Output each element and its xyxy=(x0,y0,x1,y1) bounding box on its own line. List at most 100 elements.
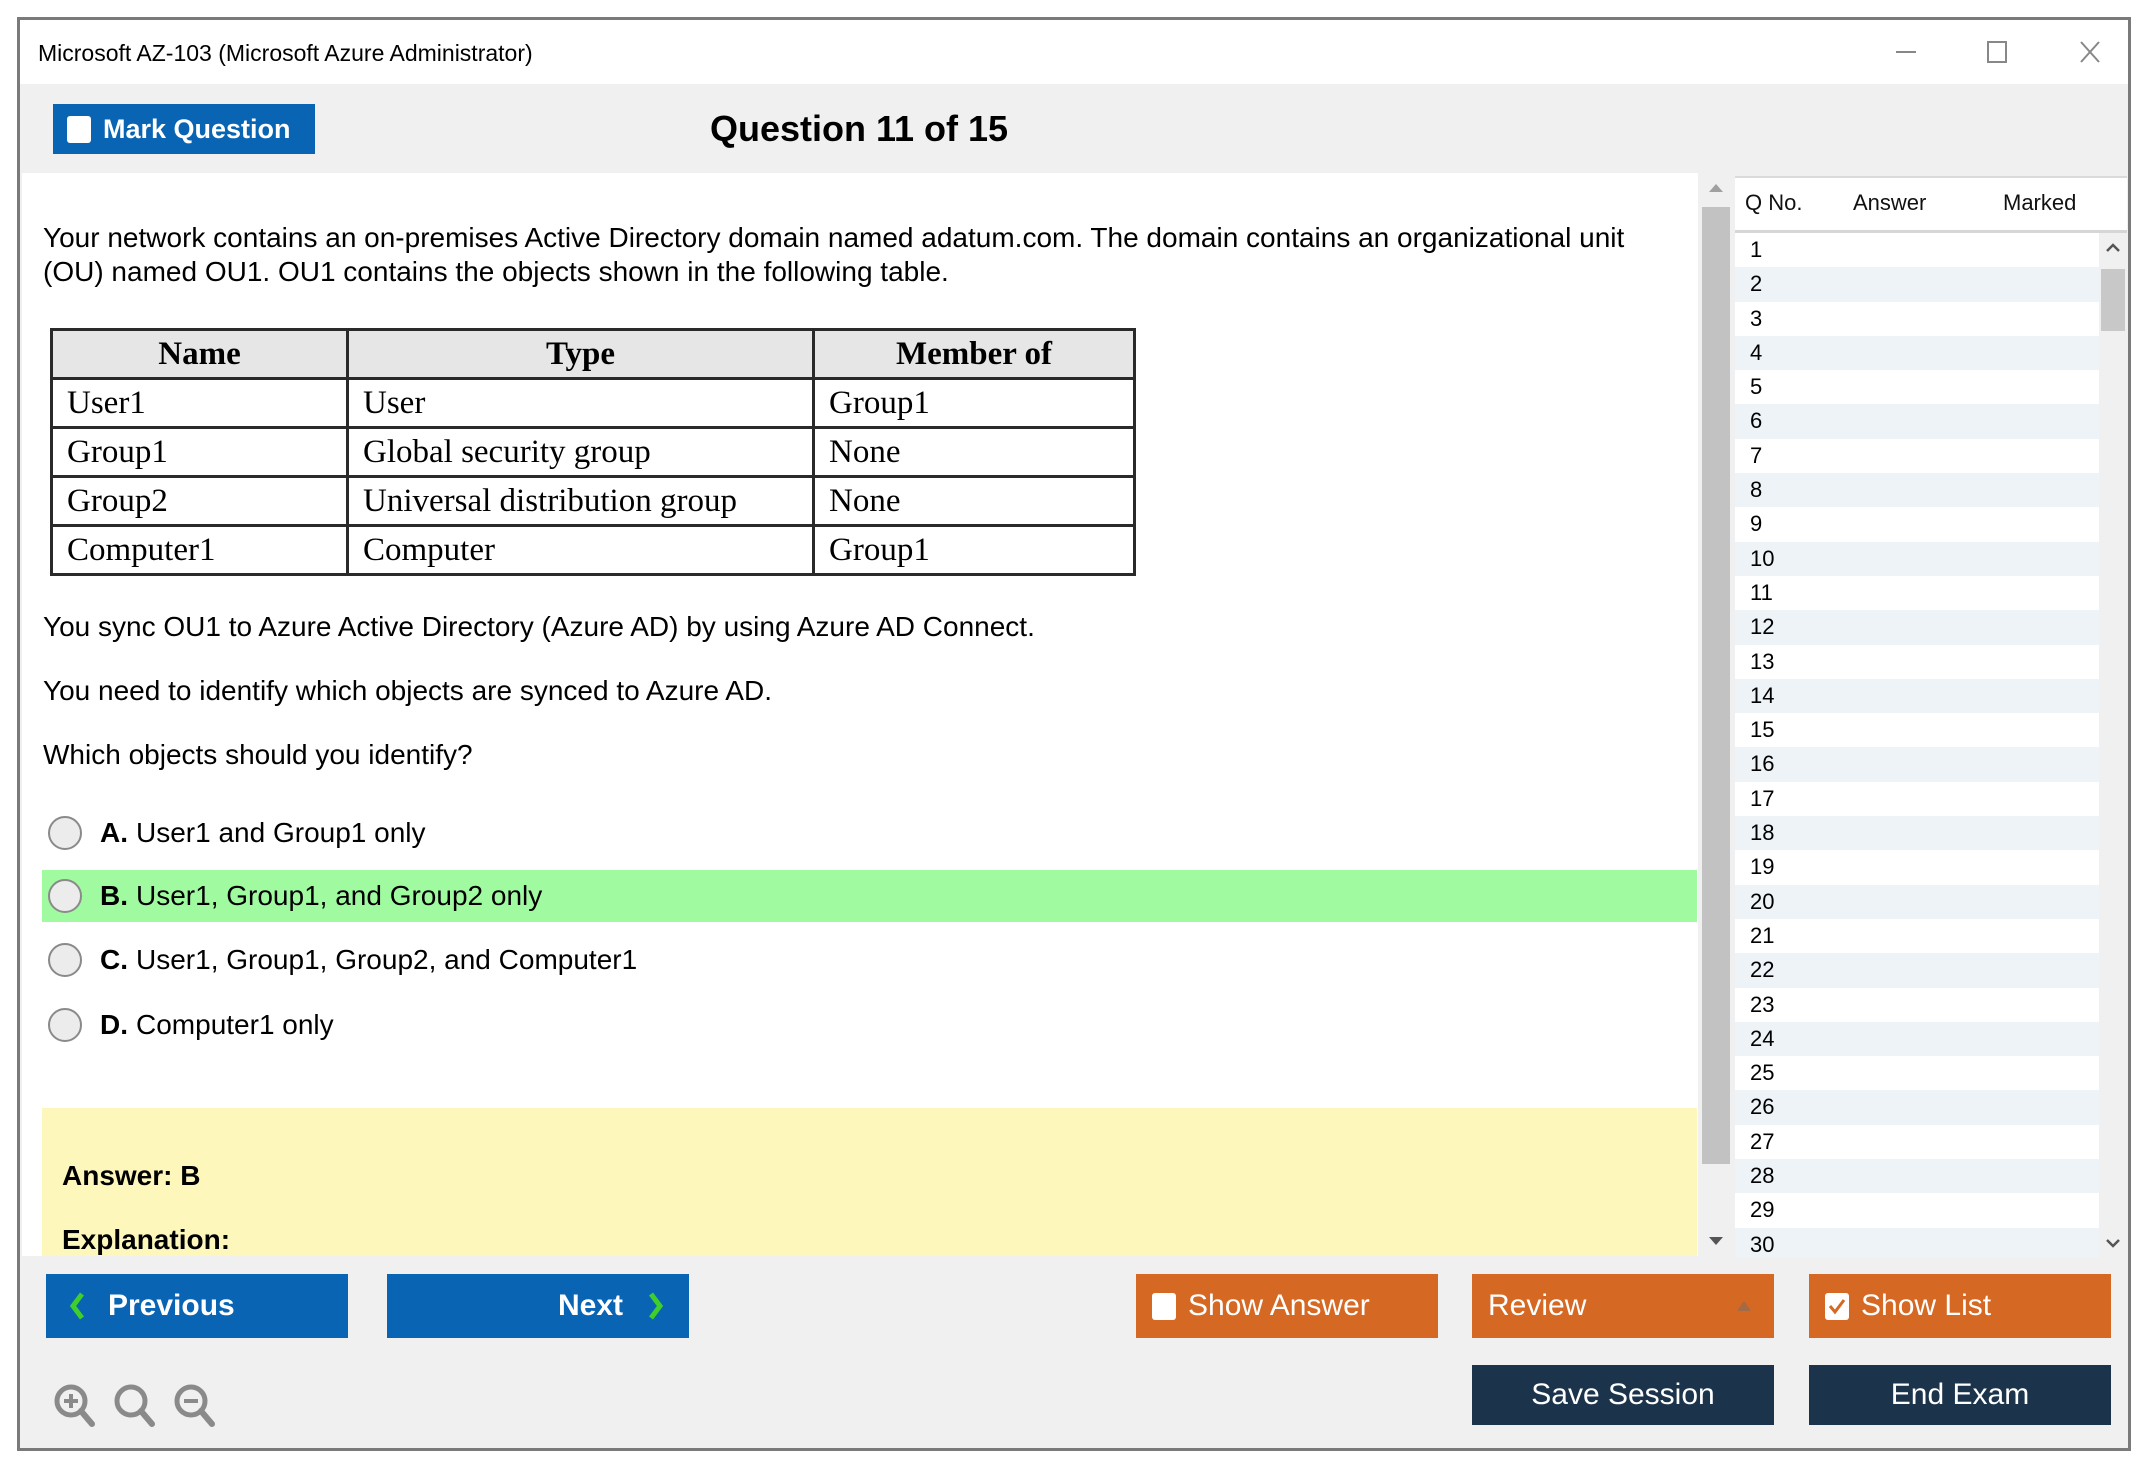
show-answer-button[interactable]: Show Answer xyxy=(1136,1274,1438,1338)
answer-label: Answer: B xyxy=(62,1160,201,1191)
option-c-radio[interactable] xyxy=(48,943,82,977)
question-paragraph-1: You sync OU1 to Azure Active Directory (… xyxy=(43,611,1035,642)
question-list-row[interactable]: 28 xyxy=(1735,1159,2099,1194)
triangle-up-icon xyxy=(1737,1301,1751,1311)
next-button[interactable]: Next xyxy=(387,1274,689,1338)
chevron-right-icon xyxy=(649,1292,664,1320)
show-list-label: Show List xyxy=(1861,1289,1992,1322)
chevron-down-icon xyxy=(2106,1239,2120,1248)
question-list-row[interactable]: 25 xyxy=(1735,1056,2099,1090)
question-list-row[interactable]: 4 xyxy=(1735,335,2099,371)
option-a[interactable]: A. User1 and Group1 only xyxy=(42,807,1697,859)
zoom-in-icon[interactable] xyxy=(52,1382,98,1428)
question-list-row[interactable]: 24 xyxy=(1735,1021,2099,1057)
question-list-row[interactable]: 16 xyxy=(1735,747,2099,782)
show-list-checkbox[interactable] xyxy=(1825,1292,1849,1320)
chevron-up-icon xyxy=(2106,243,2120,252)
close-icon xyxy=(2080,41,2100,63)
zoom-out-icon[interactable] xyxy=(172,1382,218,1428)
review-dropdown[interactable]: Review xyxy=(1472,1274,1774,1338)
show-list-button[interactable]: Show List xyxy=(1809,1274,2111,1338)
option-d[interactable]: D. Computer1 only xyxy=(42,999,1697,1051)
triangle-up-icon xyxy=(1709,184,1723,192)
triangle-down-icon xyxy=(1709,1237,1723,1245)
table-cell: User1 xyxy=(50,377,349,429)
table-cell: Computer1 xyxy=(50,524,349,576)
option-c-text: User1, Group1, Group2, and Computer1 xyxy=(136,944,638,975)
review-label: Review xyxy=(1488,1289,1587,1322)
show-answer-checkbox[interactable] xyxy=(1152,1292,1176,1320)
save-session-button[interactable]: Save Session xyxy=(1472,1365,1774,1425)
table-cell: Group1 xyxy=(812,524,1136,576)
question-prompt: Which objects should you identify? xyxy=(43,739,473,770)
scroll-down-button[interactable] xyxy=(1700,1226,1732,1256)
question-list-row[interactable]: 5 xyxy=(1735,370,2099,404)
question-list-row[interactable]: 13 xyxy=(1735,645,2099,679)
content-scrollbar[interactable] xyxy=(1700,173,1732,1256)
option-a-radio[interactable] xyxy=(48,816,82,850)
question-list-row[interactable]: 11 xyxy=(1735,576,2099,610)
table-row: Computer1 Computer Group1 xyxy=(50,524,1136,576)
question-list-row[interactable]: 27 xyxy=(1735,1125,2099,1159)
column-answer: Answer xyxy=(1853,190,1927,215)
end-exam-button[interactable]: End Exam xyxy=(1809,1365,2111,1425)
option-c[interactable]: C. User1, Group1, Group2, and Computer1 xyxy=(42,934,1697,986)
option-b[interactable]: B. User1, Group1, and Group2 only xyxy=(42,870,1697,922)
question-content: Your network contains an on-premises Act… xyxy=(22,173,1698,1256)
close-button[interactable] xyxy=(2060,32,2120,72)
previous-button[interactable]: Previous xyxy=(46,1274,348,1338)
title-bar: Microsoft AZ-103 (Microsoft Azure Admini… xyxy=(20,20,2128,84)
option-a-text: User1 and Group1 only xyxy=(136,817,426,848)
list-scroll-thumb[interactable] xyxy=(2101,269,2125,331)
question-header: Mark Question Question 11 of 15 xyxy=(20,84,2128,173)
question-list-row[interactable]: 10 xyxy=(1735,541,2099,576)
option-b-text: User1, Group1, and Group2 only xyxy=(136,880,543,911)
option-a-letter: A. xyxy=(100,817,128,848)
option-c-letter: C. xyxy=(100,944,128,975)
content-scroll-thumb[interactable] xyxy=(1702,207,1730,1164)
chevron-left-icon xyxy=(69,1292,84,1320)
option-b-letter: B. xyxy=(100,880,128,911)
question-list-row[interactable]: 6 xyxy=(1735,404,2099,439)
question-list-row[interactable]: 1 xyxy=(1735,233,2099,267)
question-list-row[interactable]: 2 xyxy=(1735,267,2099,302)
question-list-row[interactable]: 20 xyxy=(1735,884,2099,919)
question-list-row[interactable]: 21 xyxy=(1735,919,2099,953)
question-list-scrollbar[interactable] xyxy=(2099,233,2127,1258)
question-list-row[interactable]: 29 xyxy=(1735,1193,2099,1227)
question-list-panel: Q No. Answer Marked 1 2 3 4 5 6 7 8 9 10 11 12 13 14 1… xyxy=(1735,176,2127,1258)
option-d-radio[interactable] xyxy=(48,1008,82,1042)
question-list-row[interactable]: 12 xyxy=(1735,610,2099,645)
table-row: User1 User Group1 xyxy=(50,377,1136,429)
minimize-icon xyxy=(1896,51,1916,53)
table-cell: Group1 xyxy=(50,426,349,478)
question-list-row[interactable]: 17 xyxy=(1735,782,2099,816)
list-scroll-down-button[interactable] xyxy=(2099,1228,2127,1258)
show-answer-label: Show Answer xyxy=(1188,1289,1370,1322)
table-header-member-of: Member of xyxy=(812,328,1136,380)
question-list-row[interactable]: 8 xyxy=(1735,473,2099,508)
list-scroll-up-button[interactable] xyxy=(2099,233,2127,263)
question-list-row[interactable]: 15 xyxy=(1735,713,2099,747)
column-q-no: Q No. xyxy=(1745,190,1803,215)
question-list-row[interactable]: 14 xyxy=(1735,678,2099,714)
scroll-up-button[interactable] xyxy=(1700,173,1732,203)
maximize-button[interactable] xyxy=(1967,32,2027,72)
table-row: Group2 Universal distribution group None xyxy=(50,475,1136,527)
question-list-row[interactable]: 18 xyxy=(1735,816,2099,851)
question-list-row[interactable]: 26 xyxy=(1735,1090,2099,1125)
end-exam-label: End Exam xyxy=(1890,1378,2030,1411)
zoom-reset-icon[interactable] xyxy=(112,1382,158,1428)
question-list-row[interactable]: 23 xyxy=(1735,988,2099,1022)
question-list-row[interactable]: 22 xyxy=(1735,953,2099,988)
question-list-row[interactable]: 7 xyxy=(1735,439,2099,473)
table-cell: Universal distribution group xyxy=(346,475,815,527)
table-cell: Computer xyxy=(346,524,815,576)
table-header-row: Name Type Member of xyxy=(50,328,1136,380)
question-list-row[interactable]: 9 xyxy=(1735,507,2099,541)
question-list-row[interactable]: 3 xyxy=(1735,302,2099,336)
minimize-button[interactable] xyxy=(1876,32,1936,72)
question-list-row[interactable]: 19 xyxy=(1735,850,2099,884)
question-list-row[interactable]: 30 xyxy=(1735,1227,2099,1258)
option-b-radio[interactable] xyxy=(48,879,82,913)
